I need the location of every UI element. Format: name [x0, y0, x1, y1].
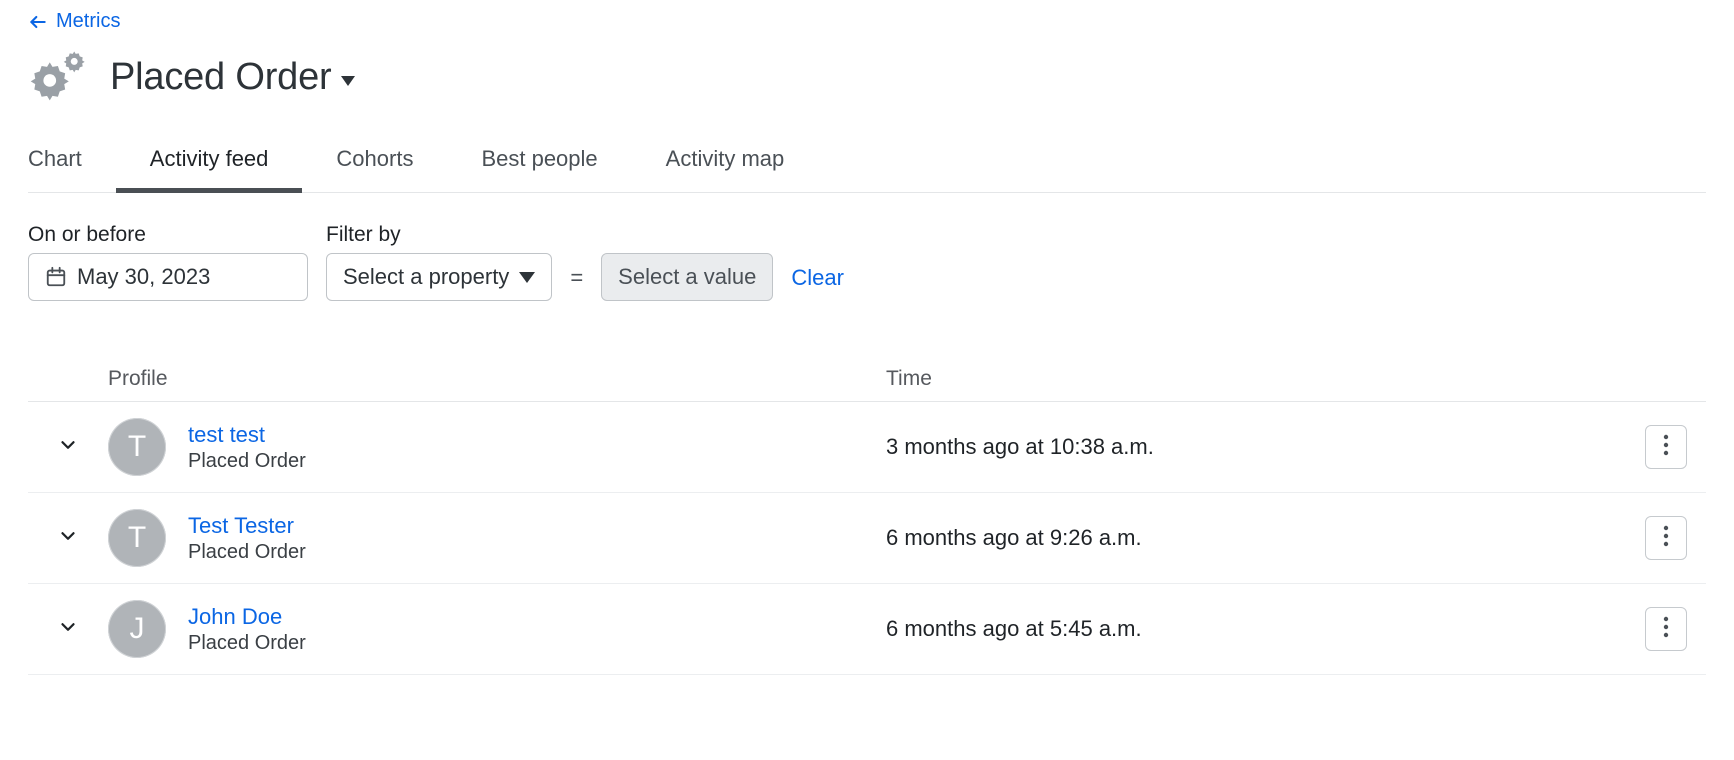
gears-icon	[28, 49, 86, 106]
profile-name-link[interactable]: Test Tester	[188, 513, 306, 539]
property-placeholder: Select a property	[343, 264, 509, 290]
calendar-icon	[45, 266, 67, 288]
kebab-icon	[1663, 434, 1669, 461]
avatar: T	[108, 418, 166, 476]
chevron-down-icon	[57, 525, 79, 552]
chevron-down-icon	[519, 272, 535, 283]
column-header-time: Time	[886, 367, 1626, 391]
table-row: T Test TesterPlaced Order 6 months ago at …	[28, 493, 1706, 584]
property-select[interactable]: Select a property	[326, 253, 552, 301]
kebab-icon	[1663, 525, 1669, 552]
date-value: May 30, 2023	[77, 264, 210, 290]
avatar: T	[108, 509, 166, 567]
expand-row-toggle[interactable]	[28, 525, 108, 552]
chevron-down-icon	[57, 616, 79, 643]
row-actions-menu[interactable]	[1645, 516, 1687, 560]
caret-down-icon	[341, 76, 355, 86]
tab-activity-feed[interactable]: Activity feed	[116, 146, 303, 192]
tab-activity-map[interactable]: Activity map	[632, 146, 819, 192]
clear-filters-link[interactable]: Clear	[791, 265, 844, 301]
time-cell: 6 months ago at 5:45 a.m.	[886, 616, 1626, 642]
profile-name-link[interactable]: test test	[188, 422, 306, 448]
avatar: J	[108, 600, 166, 658]
value-placeholder: Select a value	[618, 264, 756, 290]
chevron-down-icon	[57, 434, 79, 461]
date-filter-label: On or before	[28, 223, 308, 247]
table-row: J John DoePlaced Order 6 months ago at 5:4…	[28, 584, 1706, 675]
back-to-metrics-link[interactable]: Metrics	[28, 10, 120, 33]
metric-title-dropdown[interactable]: Placed Order	[110, 56, 355, 99]
profile-cell: J John DoePlaced Order	[108, 600, 886, 658]
row-actions-menu[interactable]	[1645, 607, 1687, 651]
profile-name-link[interactable]: John Doe	[188, 604, 306, 630]
time-cell: 6 months ago at 9:26 a.m.	[886, 525, 1626, 551]
value-select[interactable]: Select a value	[601, 253, 773, 301]
tab-chart[interactable]: Chart	[28, 146, 116, 192]
row-actions-menu[interactable]	[1645, 425, 1687, 469]
tab-cohorts[interactable]: Cohorts	[302, 146, 447, 192]
profile-event-label: Placed Order	[188, 450, 306, 473]
filter-by-label: Filter by	[326, 223, 552, 247]
kebab-icon	[1663, 616, 1669, 643]
arrow-left-icon	[28, 12, 48, 32]
profile-cell: Ttest testPlaced Order	[108, 418, 886, 476]
profile-cell: T Test TesterPlaced Order	[108, 509, 886, 567]
column-header-profile: Profile	[108, 367, 886, 391]
profile-event-label: Placed Order	[188, 632, 306, 655]
time-cell: 3 months ago at 10:38 a.m.	[886, 434, 1626, 460]
page-title-text: Placed Order	[110, 56, 331, 99]
equals-sign: =	[570, 265, 583, 301]
expand-row-toggle[interactable]	[28, 616, 108, 643]
back-link-label: Metrics	[56, 10, 120, 33]
profile-event-label: Placed Order	[188, 541, 306, 564]
date-picker[interactable]: May 30, 2023	[28, 253, 308, 301]
expand-row-toggle[interactable]	[28, 434, 108, 461]
tab-best-people[interactable]: Best people	[447, 146, 631, 192]
table-row: Ttest testPlaced Order3 months ago at 10…	[28, 402, 1706, 493]
